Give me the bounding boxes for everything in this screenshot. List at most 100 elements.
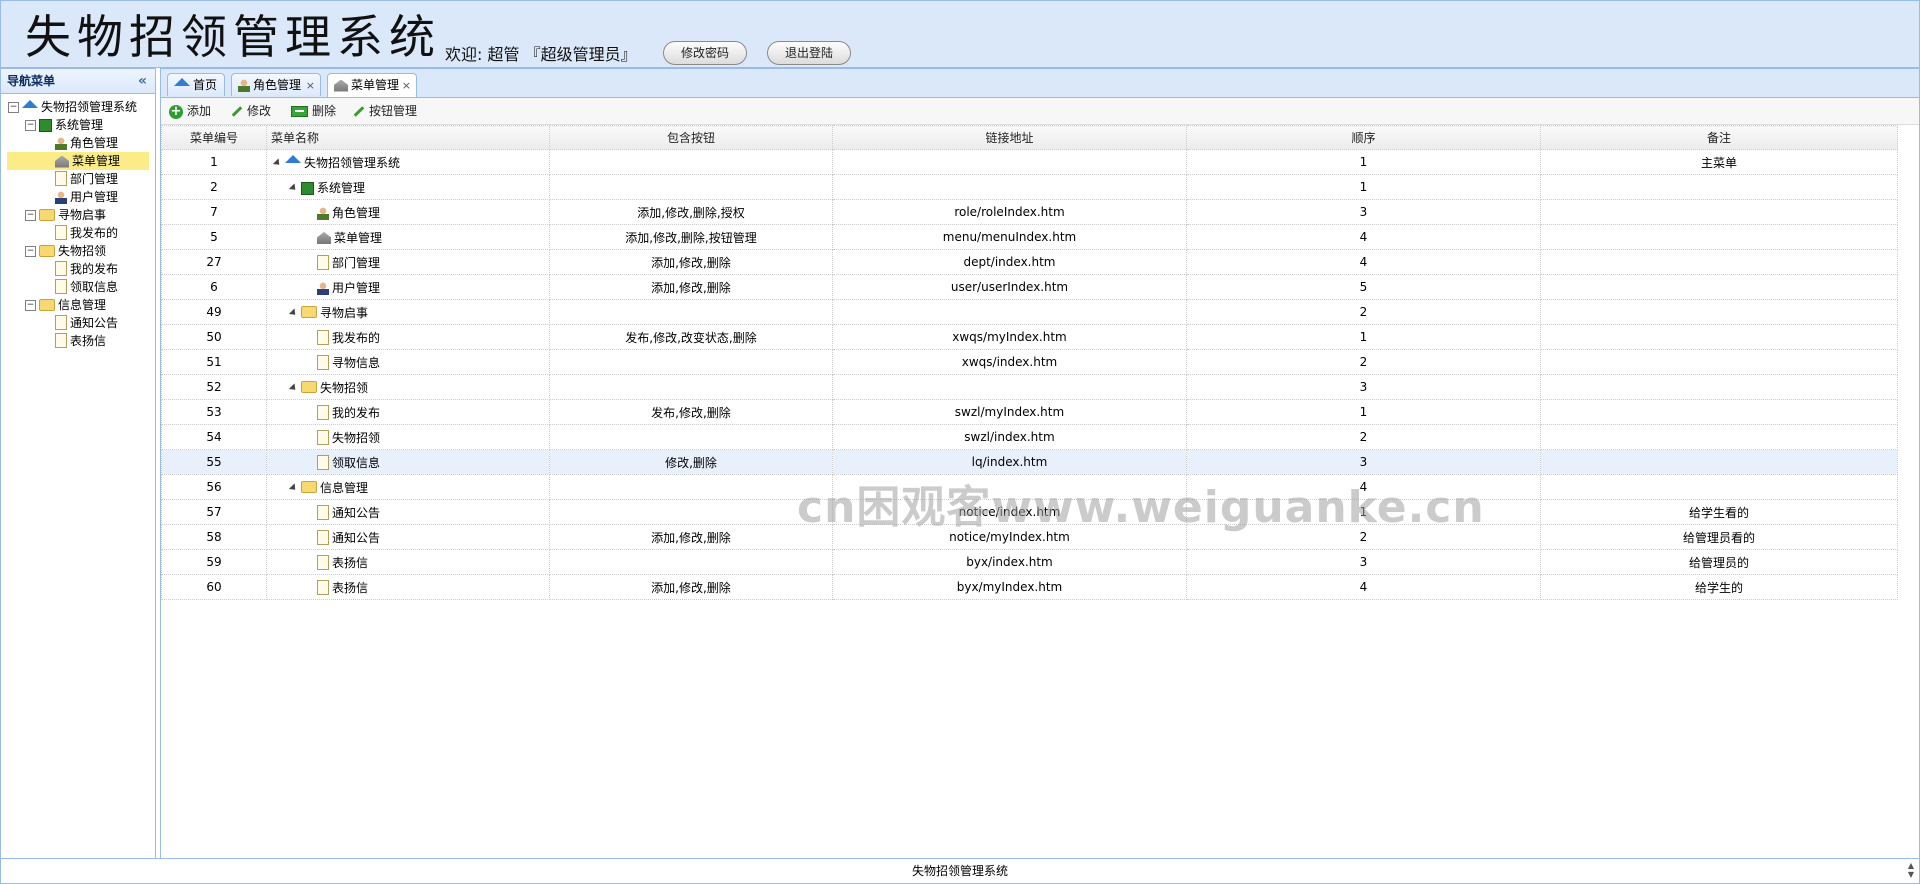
column-header[interactable]: 备注 xyxy=(1540,125,1898,150)
menu-name-label: 部门管理 xyxy=(332,255,381,270)
menu-name-cell: 用户管理 xyxy=(266,274,550,300)
table-row[interactable]: 1 失物招领管理系统 1 主菜单 xyxy=(161,149,1898,175)
column-header[interactable]: 包含按钮 xyxy=(549,125,833,150)
tab-menu[interactable]: 菜单管理 × xyxy=(327,73,417,97)
close-icon[interactable]: × xyxy=(306,74,315,97)
tree-node-my-posts[interactable]: 我发布的 xyxy=(55,224,118,242)
menu-name-cell: 菜单管理 xyxy=(266,224,550,250)
url-cell: xwqs/index.htm xyxy=(832,349,1187,375)
tree-node-role[interactable]: 角色管理 xyxy=(55,134,118,152)
table-row[interactable]: 6 用户管理 添加,修改,删除 user/userIndex.htm 5 xyxy=(161,274,1898,300)
expand-arrow-icon[interactable] xyxy=(288,183,299,193)
remark-cell xyxy=(1540,199,1898,225)
user-icon xyxy=(317,281,329,295)
add-label: 添加 xyxy=(187,104,212,118)
remark-cell xyxy=(1540,474,1898,500)
nav-header: 导航菜单 « xyxy=(1,69,155,94)
table-row[interactable]: 53 我的发布 发布,修改,删除 swzl/myIndex.htm 1 xyxy=(161,399,1898,425)
collapse-toggle-icon[interactable]: − xyxy=(25,300,36,311)
order-cell: 2 xyxy=(1186,299,1541,325)
column-header[interactable]: 菜单名称 xyxy=(266,125,550,150)
expand-arrow-icon[interactable] xyxy=(288,308,299,318)
tab-role[interactable]: 角色管理 × xyxy=(231,73,321,96)
expand-arrow-icon[interactable] xyxy=(288,383,299,393)
menu-name-label: 我发布的 xyxy=(332,330,381,345)
tree-node-info[interactable]: − 信息管理 xyxy=(25,296,106,314)
remark-cell: 给学生的 xyxy=(1540,574,1898,600)
table-row[interactable]: 54 失物招领 swzl/index.htm 2 xyxy=(161,424,1898,450)
tree-node-root[interactable]: − 失物招领管理系统 xyxy=(8,98,137,116)
file-icon xyxy=(317,329,329,345)
nav-panel: 导航菜单 « − 失物招领管理系统 − 系统管理 角色管理 菜单管理 部门管理 用户… xyxy=(0,68,156,859)
menu-id-cell: 57 xyxy=(161,499,267,525)
tree-node-found[interactable]: − 失物招领 xyxy=(25,242,106,260)
file-icon xyxy=(317,454,329,470)
remark-cell xyxy=(1540,174,1898,200)
collapse-toggle-icon[interactable]: − xyxy=(25,246,36,257)
url-cell: user/userIndex.htm xyxy=(832,274,1187,300)
tree-node-my-release[interactable]: 我的发布 xyxy=(55,260,118,278)
change-password-button[interactable]: 修改密码 xyxy=(663,41,747,65)
tree-node-menu[interactable]: 菜单管理 xyxy=(7,152,149,170)
tree-node-dept[interactable]: 部门管理 xyxy=(55,170,118,188)
menu-name-label: 寻物启事 xyxy=(320,305,369,320)
url-cell: byx/myIndex.htm xyxy=(832,574,1187,600)
buttons-cell xyxy=(549,499,833,525)
table-row[interactable]: 59 表扬信 byx/index.htm 3 给管理员的 xyxy=(161,549,1898,575)
column-header[interactable]: 链接地址 xyxy=(832,125,1187,150)
collapse-toggle-icon[interactable]: − xyxy=(8,102,19,113)
column-header[interactable]: 顺序 xyxy=(1186,125,1541,150)
menu-name-label: 角色管理 xyxy=(332,205,381,220)
tree-label: 部门管理 xyxy=(70,172,119,186)
tree-node-user[interactable]: 用户管理 xyxy=(55,188,118,206)
table-row[interactable]: 2 系统管理 1 xyxy=(161,174,1898,200)
table-row[interactable]: 52 失物招领 3 xyxy=(161,374,1898,400)
url-cell xyxy=(832,174,1187,200)
delete-button[interactable]: 删除 xyxy=(291,102,336,120)
close-icon[interactable]: × xyxy=(402,74,411,97)
tree-node-praise[interactable]: 表扬信 xyxy=(55,332,106,350)
tree-node-claim-info[interactable]: 领取信息 xyxy=(55,278,118,296)
menu-name-label: 失物招领 xyxy=(320,380,369,395)
menu-icon xyxy=(334,79,348,92)
user-icon xyxy=(55,137,67,150)
add-button[interactable]: + 添加 xyxy=(169,102,211,120)
edit-label: 修改 xyxy=(247,104,272,118)
expand-arrow-icon[interactable] xyxy=(288,483,299,493)
table-row[interactable]: 49 寻物启事 2 xyxy=(161,299,1898,325)
logout-button[interactable]: 退出登陆 xyxy=(767,41,851,65)
tree-node-lost-notice[interactable]: − 寻物启事 xyxy=(25,206,106,224)
remark-cell xyxy=(1540,299,1898,325)
table-row[interactable]: 7 角色管理 添加,修改,删除,授权 role/roleIndex.htm 3 xyxy=(161,199,1898,225)
edit-button[interactable]: 修改 xyxy=(231,102,271,120)
menu-name-label: 表扬信 xyxy=(332,580,369,595)
url-cell xyxy=(832,374,1187,400)
button-manage-button[interactable]: 按钮管理 xyxy=(353,102,417,120)
buttons-cell: 发布,修改,删除 xyxy=(549,399,833,425)
collapse-toggle-icon[interactable]: − xyxy=(25,120,36,131)
collapse-icon[interactable]: « xyxy=(138,69,147,93)
column-header[interactable]: 菜单编号 xyxy=(161,125,267,150)
tab-home[interactable]: 首页 xyxy=(167,73,225,96)
buttons-cell: 添加,修改,删除 xyxy=(549,574,833,600)
table-row[interactable]: 27 部门管理 添加,修改,删除 dept/index.htm 4 xyxy=(161,249,1898,275)
expand-arrow-icon[interactable] xyxy=(272,158,283,168)
menu-id-cell: 6 xyxy=(161,274,267,300)
remark-cell xyxy=(1540,249,1898,275)
order-cell: 1 xyxy=(1186,399,1541,425)
tree-node-notice[interactable]: 通知公告 xyxy=(55,314,118,332)
table-row[interactable]: 5 菜单管理 添加,修改,删除,按钮管理 menu/menuIndex.htm 4 xyxy=(161,224,1898,250)
user-icon xyxy=(317,206,329,220)
tree-node-system[interactable]: − 系统管理 xyxy=(25,116,103,134)
tree-label: 信息管理 xyxy=(58,298,107,312)
table-row[interactable]: 60 表扬信 添加,修改,删除 byx/myIndex.htm 4 给学生的 xyxy=(161,574,1898,600)
menu-name-cell: 领取信息 xyxy=(266,449,550,475)
scroll-arrows-icon[interactable]: ▲ ▼ xyxy=(1905,861,1917,880)
menu-icon xyxy=(317,232,331,244)
tree-label: 失物招领 xyxy=(58,244,107,258)
collapse-toggle-icon[interactable]: − xyxy=(25,210,36,221)
table-row[interactable]: 51 寻物信息 xwqs/index.htm 2 xyxy=(161,349,1898,375)
file-icon xyxy=(317,354,329,370)
table-row[interactable]: 50 我发布的 发布,修改,改变状态,删除 xwqs/myIndex.htm 1 xyxy=(161,324,1898,350)
remark-cell xyxy=(1540,374,1898,400)
